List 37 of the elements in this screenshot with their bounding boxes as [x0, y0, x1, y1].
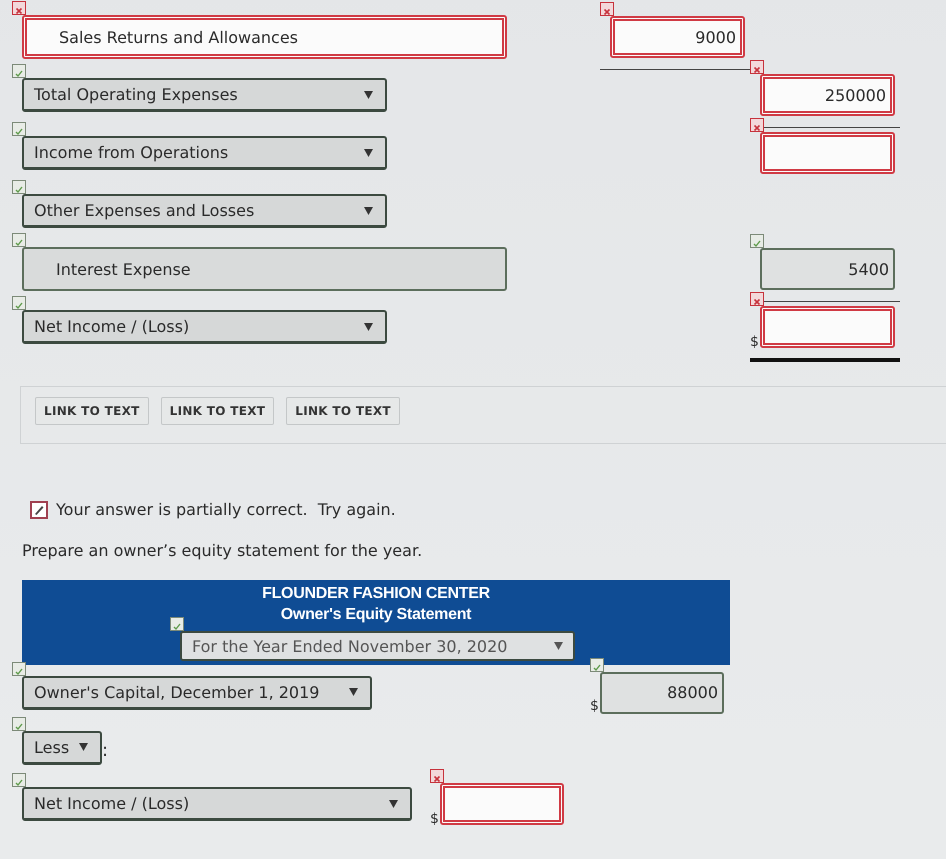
caret-icon [79, 743, 88, 751]
caret-icon [554, 642, 563, 650]
account-field[interactable]: Interest Expense [22, 247, 507, 291]
dropdown[interactable]: Total Operating Expenses [22, 78, 387, 112]
dropdown[interactable]: Net Income / (Loss) [22, 787, 412, 821]
caret-icon [364, 206, 373, 214]
amount-field[interactable] [760, 306, 895, 348]
amount-field[interactable]: 5400 [760, 248, 895, 290]
caret-icon [364, 148, 373, 156]
currency-sign: $ [590, 698, 600, 714]
statement-title: Owner's Equity Statement [280, 605, 472, 625]
colon: : [102, 740, 108, 760]
company-name: FLOUNDER FASHION CENTER [261, 584, 491, 604]
instruction-text: Prepare an owner’s equity statement for the year. [22, 541, 424, 560]
caret-icon [389, 800, 398, 808]
amount-field[interactable] [760, 132, 895, 174]
account-field[interactable]: Sales Returns and Allowances [22, 15, 507, 59]
amount-field[interactable] [440, 783, 564, 825]
caret-icon [349, 688, 358, 696]
dropdown[interactable]: Other Expenses and Losses [22, 194, 387, 228]
amount-field[interactable]: 9000 [610, 16, 745, 58]
amount-field[interactable]: 250000 [760, 74, 895, 116]
dropdown[interactable]: Less [22, 730, 102, 764]
currency-sign: $ [430, 811, 440, 827]
amount-field[interactable]: 88000 [600, 672, 724, 714]
dropdown[interactable]: Net Income / (Loss) [22, 310, 387, 344]
link-to-text-button[interactable]: LINK TO TEXT [286, 397, 400, 425]
feedback-message: Your answer is partially correct. Try again. [56, 500, 396, 519]
pencil-icon [30, 500, 48, 518]
link-to-text-button[interactable]: LINK TO TEXT [160, 397, 274, 425]
caret-icon [364, 90, 373, 98]
caret-icon [364, 322, 373, 330]
currency-sign: $ [750, 334, 760, 350]
dropdown[interactable]: For the Year Ended November 30, 2020 [180, 631, 575, 661]
dropdown[interactable]: Income from Operations [22, 136, 387, 170]
dropdown[interactable]: Owner's Capital, December 1, 2019 [22, 676, 372, 710]
link-to-text-button[interactable]: LINK TO TEXT [35, 397, 149, 425]
